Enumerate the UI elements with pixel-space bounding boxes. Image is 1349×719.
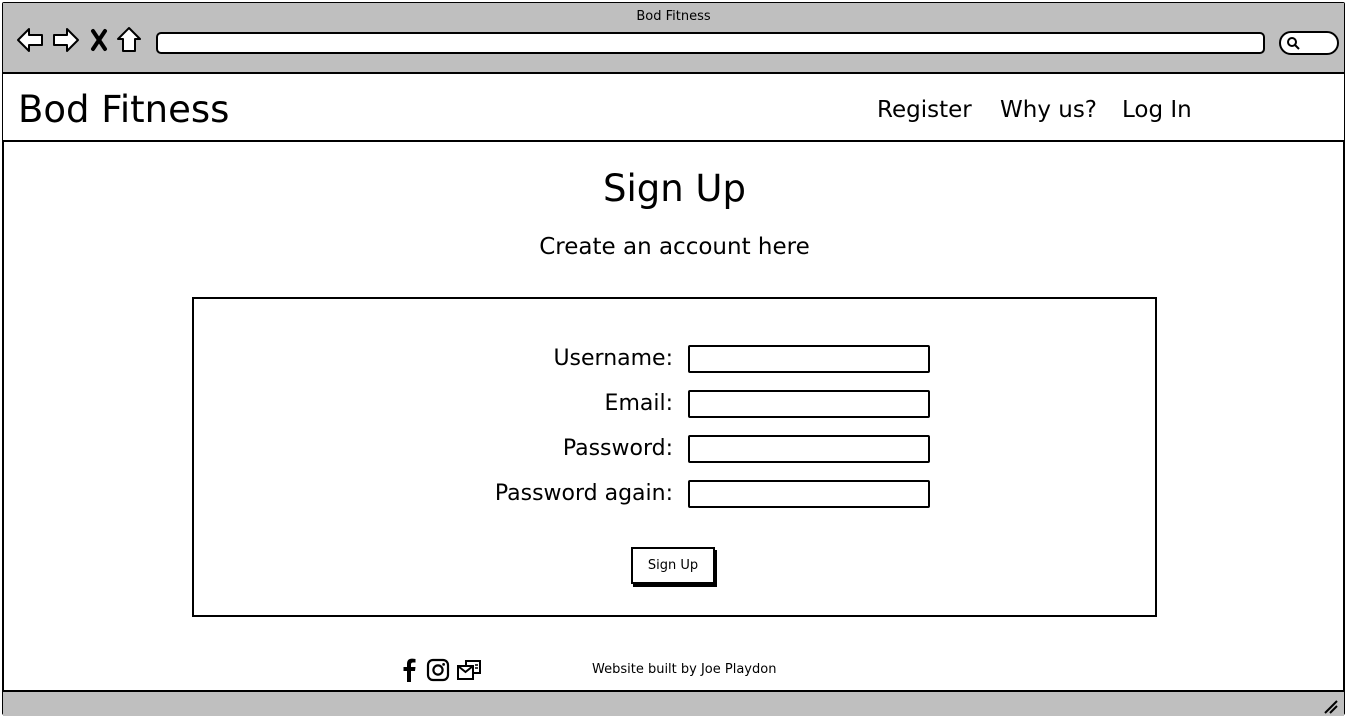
facebook-icon[interactable] xyxy=(396,657,422,683)
back-arrow-icon[interactable] xyxy=(15,25,45,55)
footer-credit: Website built by Joe Playdon xyxy=(592,662,777,677)
page-subtitle: Create an account here xyxy=(539,234,810,260)
password-label: Password: xyxy=(562,436,673,461)
instagram-icon[interactable] xyxy=(425,657,451,683)
browser-search-box[interactable] xyxy=(1279,31,1339,55)
browser-toolbar: Bod Fitness xyxy=(3,3,1344,74)
password-again-input[interactable] xyxy=(688,480,930,508)
nav-register-link[interactable]: Register xyxy=(877,95,972,125)
site-header: Bod Fitness Register Why us? Log In xyxy=(3,74,1344,142)
sign-up-button[interactable]: Sign Up xyxy=(631,547,715,584)
email-icon[interactable] xyxy=(456,657,482,683)
forward-arrow-icon[interactable] xyxy=(51,25,81,55)
username-input[interactable] xyxy=(688,345,930,373)
email-input[interactable] xyxy=(688,390,930,418)
username-label: Username: xyxy=(553,346,673,371)
address-bar[interactable] xyxy=(156,32,1265,54)
close-x-icon[interactable] xyxy=(88,25,110,55)
password-again-label: Password again: xyxy=(494,481,673,506)
nav-login-link[interactable]: Log In xyxy=(1122,95,1192,125)
site-logo[interactable]: Bod Fitness xyxy=(18,88,229,132)
page-title: Sign Up xyxy=(602,167,747,210)
resize-grip-icon[interactable] xyxy=(1322,698,1338,714)
window-title: Bod Fitness xyxy=(636,9,711,24)
home-icon[interactable] xyxy=(116,25,142,55)
browser-status-bar xyxy=(3,690,1344,716)
password-input[interactable] xyxy=(688,435,930,463)
search-icon xyxy=(1287,37,1300,50)
nav-why-us-link[interactable]: Why us? xyxy=(1000,95,1097,125)
email-label: Email: xyxy=(604,391,673,416)
